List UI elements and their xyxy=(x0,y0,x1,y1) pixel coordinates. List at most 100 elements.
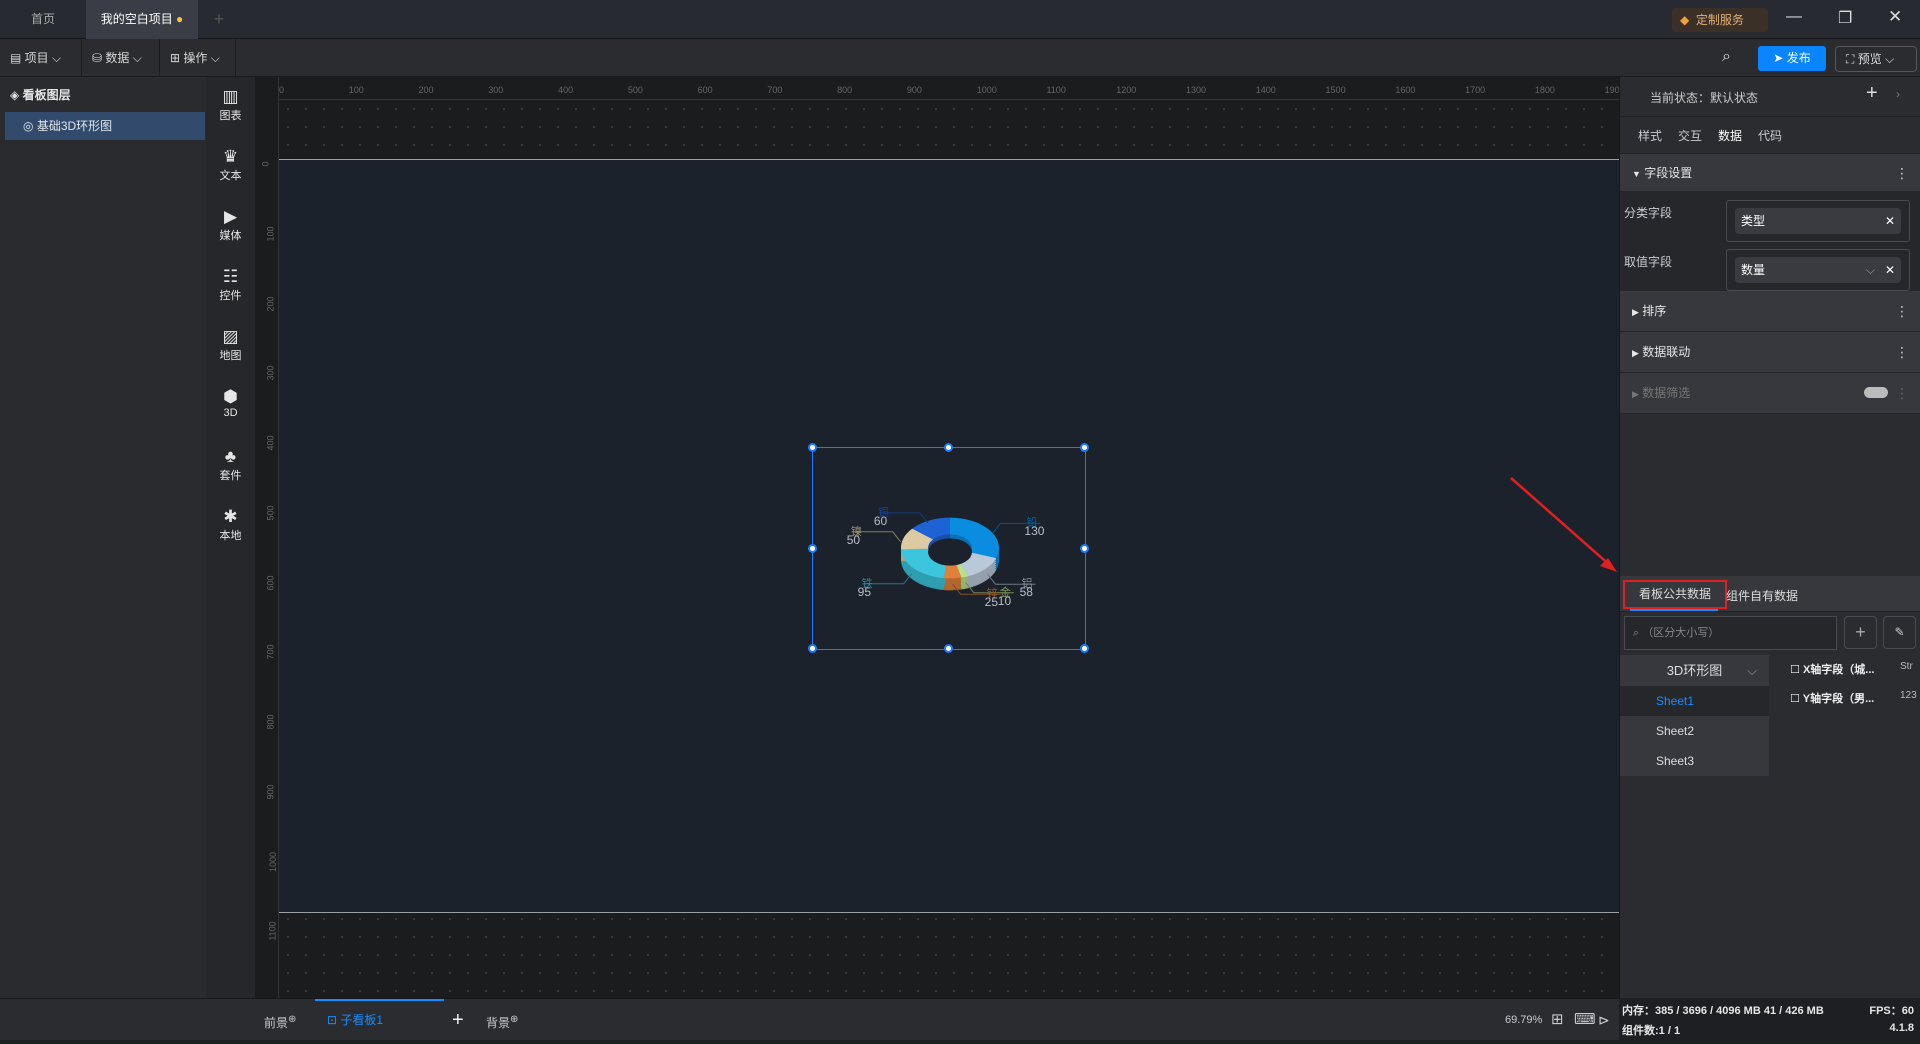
ruler-tick-label: 800 xyxy=(265,714,276,730)
value-field[interactable]: 数量 ⌵ ✕ xyxy=(1726,249,1910,291)
edit-icon[interactable]: ✎ xyxy=(1883,616,1916,649)
component-chart[interactable]: ▥ 图表 xyxy=(206,87,255,123)
sub-board-label: 子看板1 xyxy=(340,1013,384,1027)
ruler-tick-label: 0 xyxy=(260,161,271,167)
close-icon[interactable]: ✕ xyxy=(1888,7,1902,27)
restore-icon[interactable]: ❐ xyxy=(1838,8,1852,28)
puzzle-icon: ✱ xyxy=(223,507,238,526)
tab-style[interactable]: 样式 xyxy=(1638,127,1662,144)
tab-code[interactable]: 代码 xyxy=(1758,127,1782,144)
sub-board-tab[interactable]: ⊡ 子看板1 xyxy=(315,999,444,1041)
custom-service-button[interactable]: ◆ 定制服务 xyxy=(1672,8,1768,32)
field-settings-header[interactable]: ▼ 字段设置 ⋮ xyxy=(1620,154,1920,192)
slice-value-label: 58 xyxy=(1019,585,1033,600)
more-icon[interactable]: ⋮ xyxy=(1895,373,1909,414)
component-text[interactable]: ♛ 文本 xyxy=(206,147,255,183)
linkage-header[interactable]: ▶ 数据联动 ⋮ xyxy=(1620,332,1920,373)
minimize-icon[interactable]: — xyxy=(1786,8,1802,26)
category-field[interactable]: 类型 ✕ xyxy=(1726,200,1910,242)
sheet-item[interactable]: Sheet1 xyxy=(1620,686,1769,716)
ruler-tick-label: 900 xyxy=(906,85,922,95)
tab-interaction[interactable]: 交互 xyxy=(1678,127,1702,144)
add-state-button[interactable]: + xyxy=(1866,82,1878,105)
checkbox[interactable]: ☐ xyxy=(1790,664,1800,676)
ruler-tick-label: 1200 xyxy=(1116,85,1137,95)
new-tab-button[interactable]: + xyxy=(206,0,232,39)
donut-chart xyxy=(852,512,1041,595)
checkbox[interactable]: ☐ xyxy=(1790,693,1800,705)
menu-operation[interactable]: ⊞ 操作 ⌵ xyxy=(160,39,236,77)
selected-donut-chart[interactable]: 铅 130 铝 58 金 10 锌 25 铁 95 镍 50 铜 60 xyxy=(808,443,1089,653)
chevron-right-icon[interactable]: › xyxy=(1896,87,1900,101)
component-label: 文本 xyxy=(219,170,242,182)
menu-project[interactable]: ▤ 项目 ⌵ xyxy=(0,39,82,77)
layers-title-label: 看板图层 xyxy=(22,88,71,102)
background-tab[interactable]: 背景⊕ xyxy=(486,999,518,1041)
tab-home[interactable]: 首页 xyxy=(0,0,86,39)
search-icon: ⌕ xyxy=(1633,627,1640,639)
fps: FPS：60 xyxy=(1869,1005,1914,1017)
search-icon[interactable]: ⌕ xyxy=(1722,48,1731,66)
component-label: 控件 xyxy=(219,290,242,302)
layer-item[interactable]: ◎ 基础3D环形图 xyxy=(5,112,205,140)
clear-icon[interactable]: ✕ xyxy=(1885,257,1895,283)
more-icon[interactable]: ⋮ xyxy=(1895,291,1909,332)
ruler-tick-label: 1500 xyxy=(1325,85,1346,95)
field-settings-body: 分类字段 类型 ✕ 取值字段 数量 ⌵ ✕ xyxy=(1620,192,1920,291)
property-panel: 当前状态：默认状态 + › 样式 交互 数据 代码 ▼ 字段设置 ⋮ 分类字段 类… xyxy=(1619,77,1920,998)
ruler-tick-label: 500 xyxy=(265,505,276,521)
ruler-tick-label: 1800 xyxy=(1534,85,1555,95)
publish-label: 发布 xyxy=(1786,51,1811,65)
clear-icon[interactable]: ✕ xyxy=(1885,208,1895,234)
dataset-select[interactable]: 3D环形图 ⌵ xyxy=(1620,655,1769,686)
memory-usage: 内存：385 / 3696 / 4096 MB 41 / 426 MB xyxy=(1622,1005,1824,1017)
more-icon[interactable]: ⋮ xyxy=(1895,332,1909,373)
ruler-tick-label: 200 xyxy=(418,85,434,95)
tab-component-data[interactable]: 组件自有数据 xyxy=(1726,587,1798,604)
component-control[interactable]: ☷ 控件 xyxy=(206,267,255,303)
slice-value-label: 50 xyxy=(846,532,861,547)
add-data-button[interactable]: + xyxy=(1844,616,1877,649)
preview-button[interactable]: ⛶ 预览 ⌵ xyxy=(1835,46,1917,72)
add-circle-icon[interactable]: ⊕ xyxy=(288,1014,296,1025)
donut-layer-icon: ◎ xyxy=(23,119,34,133)
more-icon[interactable]: ⋮ xyxy=(1895,154,1909,192)
ruler-tick-label: 800 xyxy=(837,85,853,95)
tab-data[interactable]: 数据 xyxy=(1712,127,1749,156)
dataset-label: 3D环形图 xyxy=(1666,663,1723,678)
sheet-item[interactable]: Sheet2 xyxy=(1620,716,1769,746)
vertical-ruler: 0 100 200 300 400 500 600 700 800 900 1000 1100 xyxy=(255,77,279,998)
sheet-item[interactable]: Sheet3 xyxy=(1620,746,1769,776)
section-label: 数据筛选 xyxy=(1642,386,1691,400)
tab-board-public-data[interactable]: 看板公共数据 xyxy=(1623,580,1727,609)
chevron-down-icon: ⌵ xyxy=(1747,663,1757,678)
terminal-icon[interactable]: ⊳ xyxy=(1598,999,1610,1041)
foreground-tab[interactable]: 前景⊕ xyxy=(264,999,296,1041)
component-local[interactable]: ✱ 本地 xyxy=(206,507,255,543)
sort-header[interactable]: ▶ 排序 ⋮ xyxy=(1620,291,1920,332)
component-bar: ▥ 图表 ♛ 文本 ▶ 媒体 ☷ 控件 ▨ 地图 ⬢ 3D ♣ 套件 ✱ 本地 xyxy=(206,77,255,998)
component-kit[interactable]: ♣ 套件 xyxy=(206,447,255,483)
component-count: 组件数:1 / 1 xyxy=(1622,1025,1681,1037)
field-row[interactable]: ☐ Y轴字段（男... xyxy=(1790,690,1874,706)
keyboard-icon[interactable]: ⌨ xyxy=(1574,999,1596,1041)
zoom-level[interactable]: 69.79% xyxy=(1505,999,1542,1041)
component-media[interactable]: ▶ 媒体 xyxy=(206,207,255,243)
ruler-tick-label: 300 xyxy=(488,85,504,95)
chevron-down-icon[interactable]: ⌵ xyxy=(1866,257,1875,283)
fit-screen-icon[interactable]: ⊞ xyxy=(1551,999,1564,1041)
add-circle-icon[interactable]: ⊕ xyxy=(510,1014,518,1025)
menu-data[interactable]: ⛁ 数据 ⌵ xyxy=(82,39,160,77)
field-row[interactable]: ☐ X轴字段（城... xyxy=(1790,661,1874,677)
filter-header[interactable]: ▶ 数据筛选 ⋮ xyxy=(1620,373,1920,414)
search-input[interactable]: ⌕ （区分大小写） xyxy=(1624,616,1837,650)
tab-project[interactable]: 我的空白项目 ● xyxy=(86,0,198,39)
component-map[interactable]: ▨ 地图 xyxy=(206,327,255,363)
ruler-tick-label: 100 xyxy=(348,85,364,95)
add-board-button[interactable]: + xyxy=(452,999,464,1041)
unsaved-dot-icon: ● xyxy=(176,12,184,26)
ruler-tick-label: 1400 xyxy=(1255,85,1276,95)
publish-button[interactable]: ➤ 发布 xyxy=(1758,46,1826,71)
filter-toggle[interactable] xyxy=(1864,387,1888,398)
component-3d[interactable]: ⬢ 3D xyxy=(206,387,255,419)
